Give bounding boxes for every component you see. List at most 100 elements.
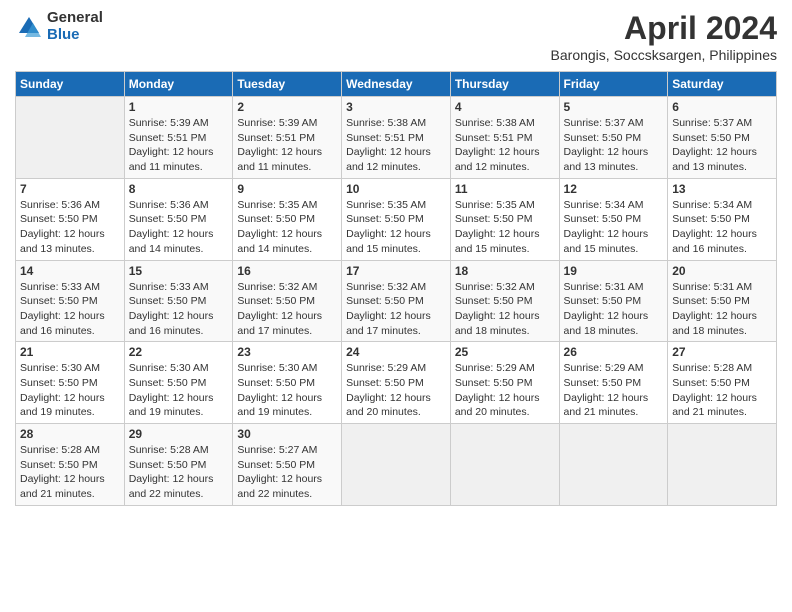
header: General Blue April 2024 Barongis, Soccsk…	[15, 10, 777, 63]
calendar-cell: 23 Sunrise: 5:30 AM Sunset: 5:50 PM Dayli…	[233, 342, 342, 424]
calendar-cell: 25 Sunrise: 5:29 AM Sunset: 5:50 PM Dayli…	[450, 342, 559, 424]
calendar-cell: 7 Sunrise: 5:36 AM Sunset: 5:50 PM Daylig…	[16, 178, 125, 260]
calendar-cell: 18 Sunrise: 5:32 AM Sunset: 5:50 PM Dayli…	[450, 260, 559, 342]
day-number: 28	[20, 427, 120, 441]
calendar-cell: 12 Sunrise: 5:34 AM Sunset: 5:50 PM Dayli…	[559, 178, 668, 260]
weekday-header-row: SundayMondayTuesdayWednesdayThursdayFrid…	[16, 72, 777, 97]
calendar-week-row: 14 Sunrise: 5:33 AM Sunset: 5:50 PM Dayli…	[16, 260, 777, 342]
calendar-cell: 22 Sunrise: 5:30 AM Sunset: 5:50 PM Dayli…	[124, 342, 233, 424]
day-info: Sunrise: 5:29 AM Sunset: 5:50 PM Dayligh…	[564, 361, 664, 420]
day-number: 17	[346, 264, 446, 278]
calendar-cell	[559, 424, 668, 506]
calendar-week-row: 21 Sunrise: 5:30 AM Sunset: 5:50 PM Dayli…	[16, 342, 777, 424]
calendar-week-row: 28 Sunrise: 5:28 AM Sunset: 5:50 PM Dayli…	[16, 424, 777, 506]
day-number: 9	[237, 182, 337, 196]
day-info: Sunrise: 5:38 AM Sunset: 5:51 PM Dayligh…	[346, 116, 446, 175]
weekday-header: Friday	[559, 72, 668, 97]
day-info: Sunrise: 5:36 AM Sunset: 5:50 PM Dayligh…	[129, 198, 229, 257]
weekday-header: Sunday	[16, 72, 125, 97]
day-number: 1	[129, 100, 229, 114]
day-number: 7	[20, 182, 120, 196]
calendar-cell: 1 Sunrise: 5:39 AM Sunset: 5:51 PM Daylig…	[124, 97, 233, 179]
day-number: 11	[455, 182, 555, 196]
day-number: 2	[237, 100, 337, 114]
day-info: Sunrise: 5:37 AM Sunset: 5:50 PM Dayligh…	[672, 116, 772, 175]
day-info: Sunrise: 5:28 AM Sunset: 5:50 PM Dayligh…	[129, 443, 229, 502]
calendar-cell: 30 Sunrise: 5:27 AM Sunset: 5:50 PM Dayli…	[233, 424, 342, 506]
weekday-header: Wednesday	[342, 72, 451, 97]
day-info: Sunrise: 5:30 AM Sunset: 5:50 PM Dayligh…	[20, 361, 120, 420]
calendar-cell: 26 Sunrise: 5:29 AM Sunset: 5:50 PM Dayli…	[559, 342, 668, 424]
day-info: Sunrise: 5:34 AM Sunset: 5:50 PM Dayligh…	[672, 198, 772, 257]
day-info: Sunrise: 5:35 AM Sunset: 5:50 PM Dayligh…	[346, 198, 446, 257]
day-info: Sunrise: 5:31 AM Sunset: 5:50 PM Dayligh…	[564, 280, 664, 339]
calendar-cell: 14 Sunrise: 5:33 AM Sunset: 5:50 PM Dayli…	[16, 260, 125, 342]
day-number: 30	[237, 427, 337, 441]
logo-blue: Blue	[47, 27, 103, 44]
calendar-week-row: 1 Sunrise: 5:39 AM Sunset: 5:51 PM Daylig…	[16, 97, 777, 179]
calendar-cell: 5Sunrise: 5:37 AM Sunset: 5:50 PM Daylig…	[559, 97, 668, 179]
day-info: Sunrise: 5:32 AM Sunset: 5:50 PM Dayligh…	[237, 280, 337, 339]
day-number: 13	[672, 182, 772, 196]
day-number: 16	[237, 264, 337, 278]
day-number: 21	[20, 345, 120, 359]
day-number: 4	[455, 100, 555, 114]
day-info: Sunrise: 5:35 AM Sunset: 5:50 PM Dayligh…	[455, 198, 555, 257]
day-info: Sunrise: 5:39 AM Sunset: 5:51 PM Dayligh…	[129, 116, 229, 175]
day-number: 12	[564, 182, 664, 196]
day-number: 19	[564, 264, 664, 278]
day-number: 29	[129, 427, 229, 441]
day-info: Sunrise: 5:35 AM Sunset: 5:50 PM Dayligh…	[237, 198, 337, 257]
calendar-cell	[342, 424, 451, 506]
logo-general: General	[47, 10, 103, 27]
day-info: Sunrise: 5:33 AM Sunset: 5:50 PM Dayligh…	[129, 280, 229, 339]
day-info: Sunrise: 5:30 AM Sunset: 5:50 PM Dayligh…	[129, 361, 229, 420]
weekday-header: Saturday	[668, 72, 777, 97]
calendar-cell: 21 Sunrise: 5:30 AM Sunset: 5:50 PM Dayli…	[16, 342, 125, 424]
day-number: 22	[129, 345, 229, 359]
day-number: 14	[20, 264, 120, 278]
day-number: 26	[564, 345, 664, 359]
day-info: Sunrise: 5:32 AM Sunset: 5:50 PM Dayligh…	[346, 280, 446, 339]
day-info: Sunrise: 5:37 AM Sunset: 5:50 PM Dayligh…	[564, 116, 664, 175]
day-info: Sunrise: 5:30 AM Sunset: 5:50 PM Dayligh…	[237, 361, 337, 420]
day-number: 10	[346, 182, 446, 196]
weekday-header: Tuesday	[233, 72, 342, 97]
day-info: Sunrise: 5:34 AM Sunset: 5:50 PM Dayligh…	[564, 198, 664, 257]
calendar-cell: 10 Sunrise: 5:35 AM Sunset: 5:50 PM Dayli…	[342, 178, 451, 260]
day-info: Sunrise: 5:36 AM Sunset: 5:50 PM Dayligh…	[20, 198, 120, 257]
day-info: Sunrise: 5:29 AM Sunset: 5:50 PM Dayligh…	[455, 361, 555, 420]
day-info: Sunrise: 5:39 AM Sunset: 5:51 PM Dayligh…	[237, 116, 337, 175]
day-info: Sunrise: 5:27 AM Sunset: 5:50 PM Dayligh…	[237, 443, 337, 502]
day-number: 27	[672, 345, 772, 359]
calendar-cell: 16 Sunrise: 5:32 AM Sunset: 5:50 PM Dayli…	[233, 260, 342, 342]
logo: General Blue	[15, 10, 103, 43]
calendar-table: SundayMondayTuesdayWednesdayThursdayFrid…	[15, 71, 777, 506]
day-number: 20	[672, 264, 772, 278]
day-number: 18	[455, 264, 555, 278]
calendar-cell	[450, 424, 559, 506]
calendar-cell	[16, 97, 125, 179]
calendar-cell: 27 Sunrise: 5:28 AM Sunset: 5:50 PM Dayli…	[668, 342, 777, 424]
day-info: Sunrise: 5:32 AM Sunset: 5:50 PM Dayligh…	[455, 280, 555, 339]
month-title: April 2024	[551, 10, 777, 47]
calendar-cell: 24Sunrise: 5:29 AM Sunset: 5:50 PM Dayli…	[342, 342, 451, 424]
day-number: 24	[346, 345, 446, 359]
day-number: 15	[129, 264, 229, 278]
day-info: Sunrise: 5:38 AM Sunset: 5:51 PM Dayligh…	[455, 116, 555, 175]
calendar-cell: 4 Sunrise: 5:38 AM Sunset: 5:51 PM Daylig…	[450, 97, 559, 179]
day-number: 23	[237, 345, 337, 359]
calendar-cell: 29 Sunrise: 5:28 AM Sunset: 5:50 PM Dayli…	[124, 424, 233, 506]
day-info: Sunrise: 5:33 AM Sunset: 5:50 PM Dayligh…	[20, 280, 120, 339]
calendar-cell: 17 Sunrise: 5:32 AM Sunset: 5:50 PM Dayli…	[342, 260, 451, 342]
logo-icon	[15, 13, 43, 41]
day-number: 25	[455, 345, 555, 359]
calendar-cell: 2 Sunrise: 5:39 AM Sunset: 5:51 PM Daylig…	[233, 97, 342, 179]
calendar-cell: 19 Sunrise: 5:31 AM Sunset: 5:50 PM Dayli…	[559, 260, 668, 342]
day-info: Sunrise: 5:31 AM Sunset: 5:50 PM Dayligh…	[672, 280, 772, 339]
day-info: Sunrise: 5:28 AM Sunset: 5:50 PM Dayligh…	[20, 443, 120, 502]
day-info: Sunrise: 5:28 AM Sunset: 5:50 PM Dayligh…	[672, 361, 772, 420]
calendar-week-row: 7 Sunrise: 5:36 AM Sunset: 5:50 PM Daylig…	[16, 178, 777, 260]
day-number: 8	[129, 182, 229, 196]
location-title: Barongis, Soccsksargen, Philippines	[551, 47, 777, 63]
